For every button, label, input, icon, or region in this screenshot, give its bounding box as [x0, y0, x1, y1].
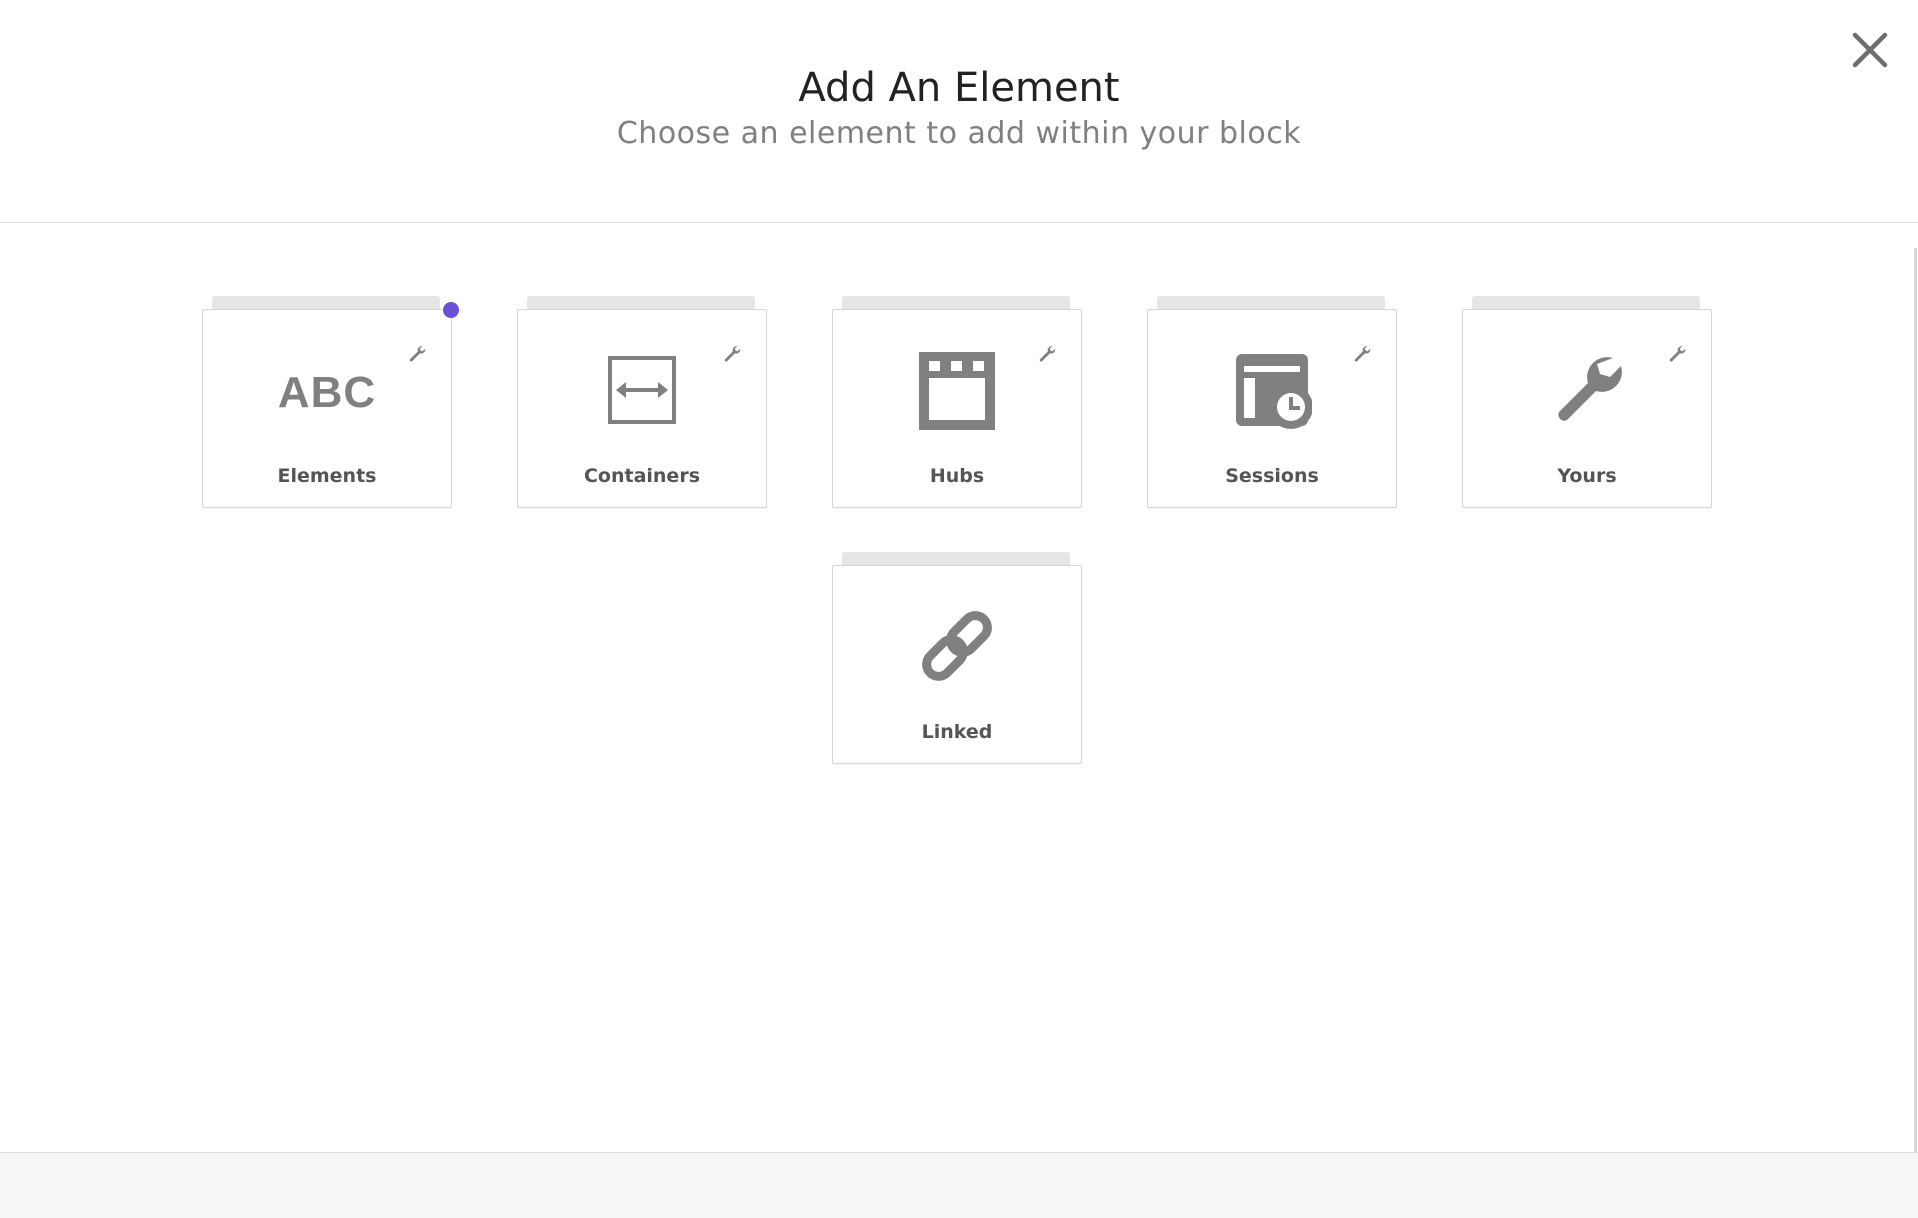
- tile-card[interactable]: Hubs: [832, 309, 1082, 508]
- modal-title: Add An Element: [798, 65, 1120, 111]
- wrench-icon[interactable]: [407, 344, 427, 364]
- tile-card[interactable]: ABC Elements: [202, 309, 452, 508]
- tile-card[interactable]: Sessions: [1147, 309, 1397, 508]
- tile-linked[interactable]: Linked: [832, 552, 1082, 764]
- tile-tab: [527, 296, 755, 310]
- close-icon: [1852, 32, 1888, 68]
- session-calendar-clock-icon: [1236, 354, 1312, 429]
- tile-label: Containers: [583, 465, 701, 487]
- tile-tab: [842, 296, 1070, 310]
- tile-label: Sessions: [1225, 465, 1319, 487]
- notification-dot: [443, 302, 459, 318]
- tile-hubs[interactable]: Hubs: [832, 296, 1082, 508]
- tile-containers[interactable]: Containers: [517, 296, 767, 508]
- abc-text-icon: ABC: [277, 368, 377, 417]
- wrench-icon: [1558, 357, 1622, 421]
- tile-tab: [212, 296, 440, 310]
- tile-label: Yours: [1557, 465, 1617, 487]
- close-button[interactable]: [1850, 30, 1890, 70]
- tile-tab: [842, 552, 1070, 566]
- modal-header: Add An Element Choose an element to add …: [0, 0, 1918, 223]
- wrench-icon[interactable]: [1352, 344, 1372, 364]
- tile-elements[interactable]: ABC Elements: [202, 296, 452, 508]
- link-chain-icon: [922, 611, 992, 681]
- wrench-icon[interactable]: [722, 344, 742, 364]
- container-arrows-icon: [608, 356, 676, 424]
- tile-label: Elements: [277, 465, 377, 487]
- tile-card[interactable]: Yours: [1462, 309, 1712, 508]
- tile-label: Hubs: [929, 465, 985, 487]
- hub-window-icon: [919, 352, 995, 430]
- tile-sessions[interactable]: Sessions: [1147, 296, 1397, 508]
- wrench-icon[interactable]: [1667, 344, 1687, 364]
- tile-card[interactable]: Linked: [832, 565, 1082, 764]
- tile-yours[interactable]: Yours: [1462, 296, 1712, 508]
- modal-footer: [0, 1153, 1918, 1218]
- modal-subtitle: Choose an element to add within your blo…: [616, 116, 1302, 151]
- tile-tab: [1157, 296, 1385, 310]
- tile-tab: [1472, 296, 1700, 310]
- add-element-modal: Add An Element Choose an element to add …: [0, 0, 1918, 1218]
- tile-label: Linked: [921, 721, 993, 743]
- wrench-icon[interactable]: [1037, 344, 1057, 364]
- scrollbar-track[interactable]: [1914, 248, 1917, 1152]
- tile-card[interactable]: Containers: [517, 309, 767, 508]
